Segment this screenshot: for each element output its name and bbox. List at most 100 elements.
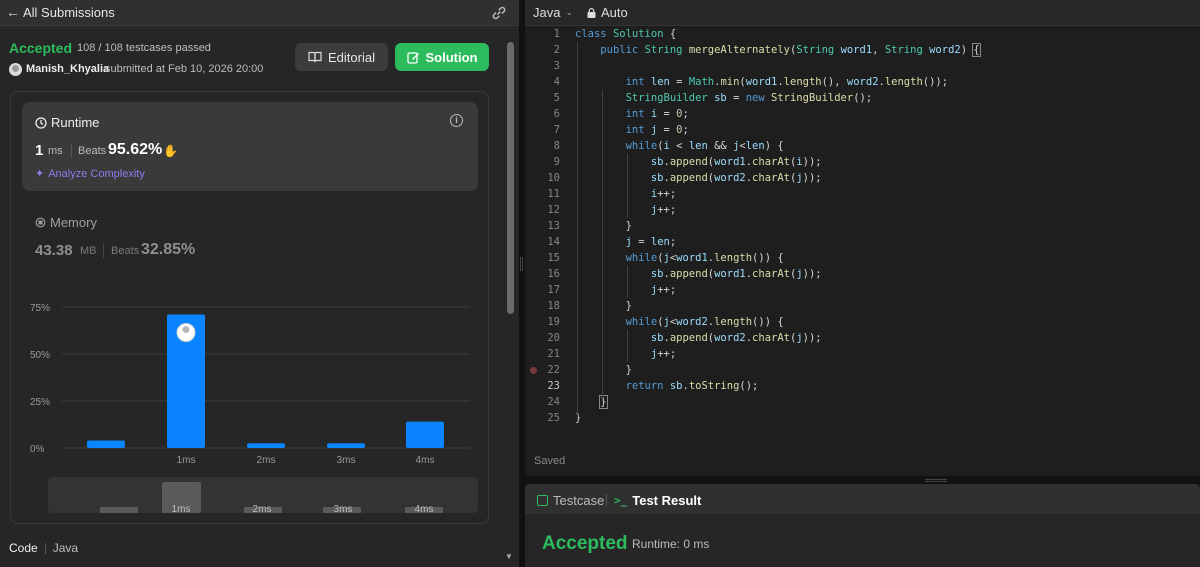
code-token: append [669, 332, 708, 344]
code-line[interactable]: 5 StringBuilder sb = new StringBuilder()… [525, 90, 1200, 106]
code-line[interactable]: 2 public String mergeAlternately(String … [525, 42, 1200, 58]
splitter-handle-icon[interactable] [520, 257, 523, 271]
line-number[interactable]: 4 [525, 74, 560, 90]
code-token: length [783, 76, 822, 88]
code-line[interactable]: 13 } [525, 218, 1200, 234]
runtime-beats-value: 95.62% [108, 141, 163, 158]
line-number[interactable]: 17 [525, 282, 560, 298]
line-number[interactable]: 7 [525, 122, 560, 138]
analyze-complexity-link[interactable]: ✦ Analyze Complexity [35, 167, 145, 181]
language-selector[interactable]: Java ⌄ [533, 5, 573, 20]
code-line[interactable]: 1 class Solution { [525, 26, 1200, 42]
share-link-icon[interactable] [490, 5, 508, 21]
y-tick-label: 0% [30, 444, 45, 455]
line-number[interactable]: 3 [525, 58, 560, 74]
line-number[interactable]: 12 [525, 202, 560, 218]
scroller-tick-label: 3ms [334, 504, 353, 513]
username-link[interactable]: Manish_Khyalia [26, 63, 109, 75]
line-number[interactable]: 15 [525, 250, 560, 266]
runtime-distribution-chart[interactable]: 75% 50% 25% 0% 1ms 2ms 3ms 4ms [20, 295, 480, 470]
solution-button[interactable]: Solution [395, 43, 489, 71]
line-number[interactable]: 8 [525, 138, 560, 154]
memory-header[interactable]: Memory [35, 215, 97, 230]
scroll-down-arrow-icon[interactable]: ▼ [505, 552, 513, 561]
code-token: )); [802, 332, 822, 344]
code-line[interactable]: 22 } [525, 362, 1200, 378]
code-line[interactable]: 19 while(j<word2.length()) { [525, 314, 1200, 330]
code-line[interactable]: 6 int i = 0; [525, 106, 1200, 122]
code-token: ()); [922, 76, 949, 88]
editor-results-splitter[interactable] [525, 476, 1200, 484]
code-token: while [625, 140, 658, 152]
line-number[interactable]: 24 [525, 394, 560, 410]
line-number[interactable]: 6 [525, 106, 560, 122]
chart-bar[interactable] [327, 443, 365, 448]
code-token: sb [650, 172, 664, 184]
line-number[interactable]: 14 [525, 234, 560, 250]
avatar[interactable] [9, 63, 22, 76]
breakpoint-dot-icon[interactable] [530, 367, 537, 374]
line-number[interactable]: 20 [525, 330, 560, 346]
runtime-unit: ms [48, 145, 63, 157]
line-number[interactable]: 19 [525, 314, 560, 330]
line-number[interactable]: 16 [525, 266, 560, 282]
line-number[interactable]: 11 [525, 186, 560, 202]
memory-beats-label: Beats [111, 245, 140, 257]
line-number[interactable]: 9 [525, 154, 560, 170]
code-line[interactable]: 3 [525, 58, 1200, 74]
code-line[interactable]: 18 } [525, 298, 1200, 314]
line-number[interactable]: 10 [525, 170, 560, 186]
line-number[interactable]: 18 [525, 298, 560, 314]
line-number[interactable]: 13 [525, 218, 560, 234]
left-scrollbar-thumb[interactable] [507, 42, 514, 314]
chart-range-scroller[interactable]: 1ms 2ms 3ms 4ms [48, 477, 478, 513]
code-token: ++; [657, 348, 677, 360]
code-text: } [575, 218, 632, 234]
code-token: charAt [752, 172, 790, 184]
code-line[interactable]: 8 while(i < len && j<len) { [525, 138, 1200, 154]
line-number[interactable]: 25 [525, 410, 560, 426]
code-text: while(i < len && j<len) { [575, 138, 784, 154]
chart-bar[interactable] [406, 421, 444, 448]
code-text: j++; [575, 282, 676, 298]
code-token: append [669, 172, 708, 184]
indent-guide [627, 330, 628, 362]
runtime-value: 1 [35, 142, 44, 159]
line-number[interactable]: 2 [525, 42, 560, 58]
code-text: sb.append(word1.charAt(j)); [575, 266, 822, 282]
code-token: String [644, 44, 683, 56]
code-line[interactable]: 4 int len = Math.min(word1.length(), wor… [525, 74, 1200, 90]
code-token: charAt [752, 268, 790, 280]
splitter-grip-icon[interactable] [925, 479, 947, 482]
code-line[interactable]: 14 j = len; [525, 234, 1200, 250]
code-line[interactable]: 23 return sb.toString(); [525, 378, 1200, 394]
test-results-panel: Testcase >_ Test Result Accepted Runtime… [525, 484, 1200, 567]
line-number[interactable]: 5 [525, 90, 560, 106]
auto-mode-toggle[interactable]: Auto [587, 5, 628, 20]
chart-bar[interactable] [87, 440, 125, 448]
chevron-down-icon: ⌄ [565, 7, 574, 17]
code-token: int [625, 108, 645, 120]
tab-testcase[interactable]: Testcase [537, 493, 604, 508]
code-token: (), [821, 76, 847, 88]
code-token: )); [802, 172, 822, 184]
line-number[interactable]: 1 [525, 26, 560, 42]
code-line[interactable]: 24 } [525, 394, 1200, 410]
code-token: word2 [714, 332, 746, 344]
tab-test-result[interactable]: >_ Test Result [614, 493, 701, 508]
back-arrow-icon[interactable]: ← [6, 4, 20, 20]
line-number[interactable]: 23 [525, 378, 560, 394]
code-token: while [625, 316, 658, 328]
code-text-area[interactable]: 1 class Solution {2 public String mergeAl… [525, 26, 1200, 438]
code-line[interactable]: 15 while(j<word1.length()) { [525, 250, 1200, 266]
code-line[interactable]: 25} [525, 410, 1200, 426]
code-line[interactable]: 7 int j = 0; [525, 122, 1200, 138]
editorial-button[interactable]: Editorial [295, 43, 388, 71]
all-submissions-link[interactable]: All Submissions [23, 5, 115, 20]
code-token: mergeAlternately [688, 44, 790, 56]
chart-bar[interactable] [247, 443, 285, 448]
info-icon[interactable]: i [450, 114, 463, 127]
line-number[interactable]: 21 [525, 346, 560, 362]
code-token: ++; [657, 188, 677, 200]
